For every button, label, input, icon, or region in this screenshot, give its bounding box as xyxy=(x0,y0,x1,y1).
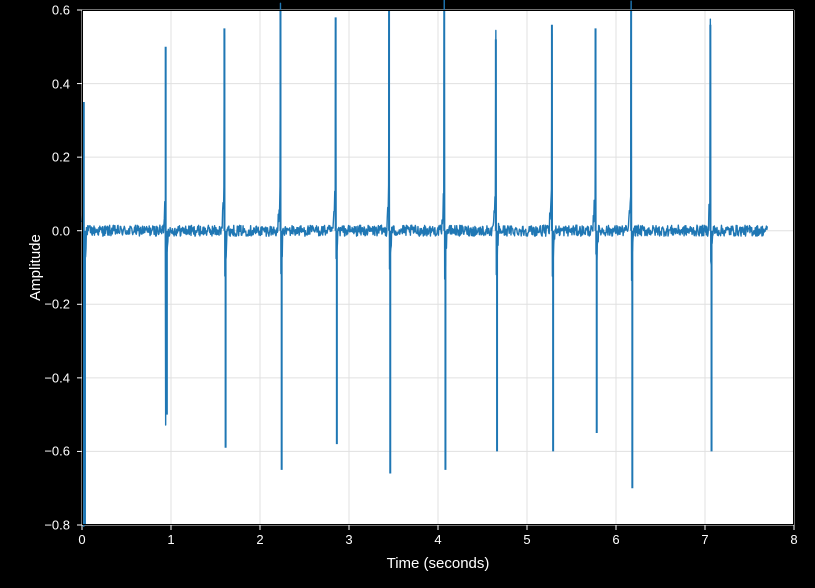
y-tick-label: −0.6 xyxy=(44,445,70,458)
x-tick-label: 7 xyxy=(701,533,708,546)
figure: 0 1 2 3 4 5 6 7 8 −0.8 −0.6 −0.4 −0.2 0.0 0.2 0.4 0.6 Ti… xyxy=(0,0,815,588)
x-tick-label: 0 xyxy=(78,533,85,546)
y-tick-label: −0.2 xyxy=(44,298,70,311)
x-tick-label: 8 xyxy=(790,533,797,546)
y-axis-label: Amplitude xyxy=(27,10,44,525)
x-tick-label: 1 xyxy=(167,533,174,546)
x-tick-label: 2 xyxy=(256,533,263,546)
x-tick-label: 5 xyxy=(523,533,530,546)
x-axis-label: Time (seconds) xyxy=(82,555,794,572)
y-tick-label: −0.4 xyxy=(44,371,70,384)
x-tick-label: 3 xyxy=(345,533,352,546)
chart-axes xyxy=(82,10,794,525)
x-tick-label: 4 xyxy=(434,533,441,546)
chart-canvas xyxy=(82,10,794,525)
y-tick-label: 0.0 xyxy=(52,224,70,237)
y-tick-label: 0.2 xyxy=(52,151,70,164)
y-tick-label: 0.4 xyxy=(52,77,70,90)
waveform-line xyxy=(82,0,767,526)
x-tick-label: 6 xyxy=(612,533,619,546)
y-tick-label: 0.6 xyxy=(52,4,70,17)
y-tick-label: −0.8 xyxy=(44,519,70,532)
